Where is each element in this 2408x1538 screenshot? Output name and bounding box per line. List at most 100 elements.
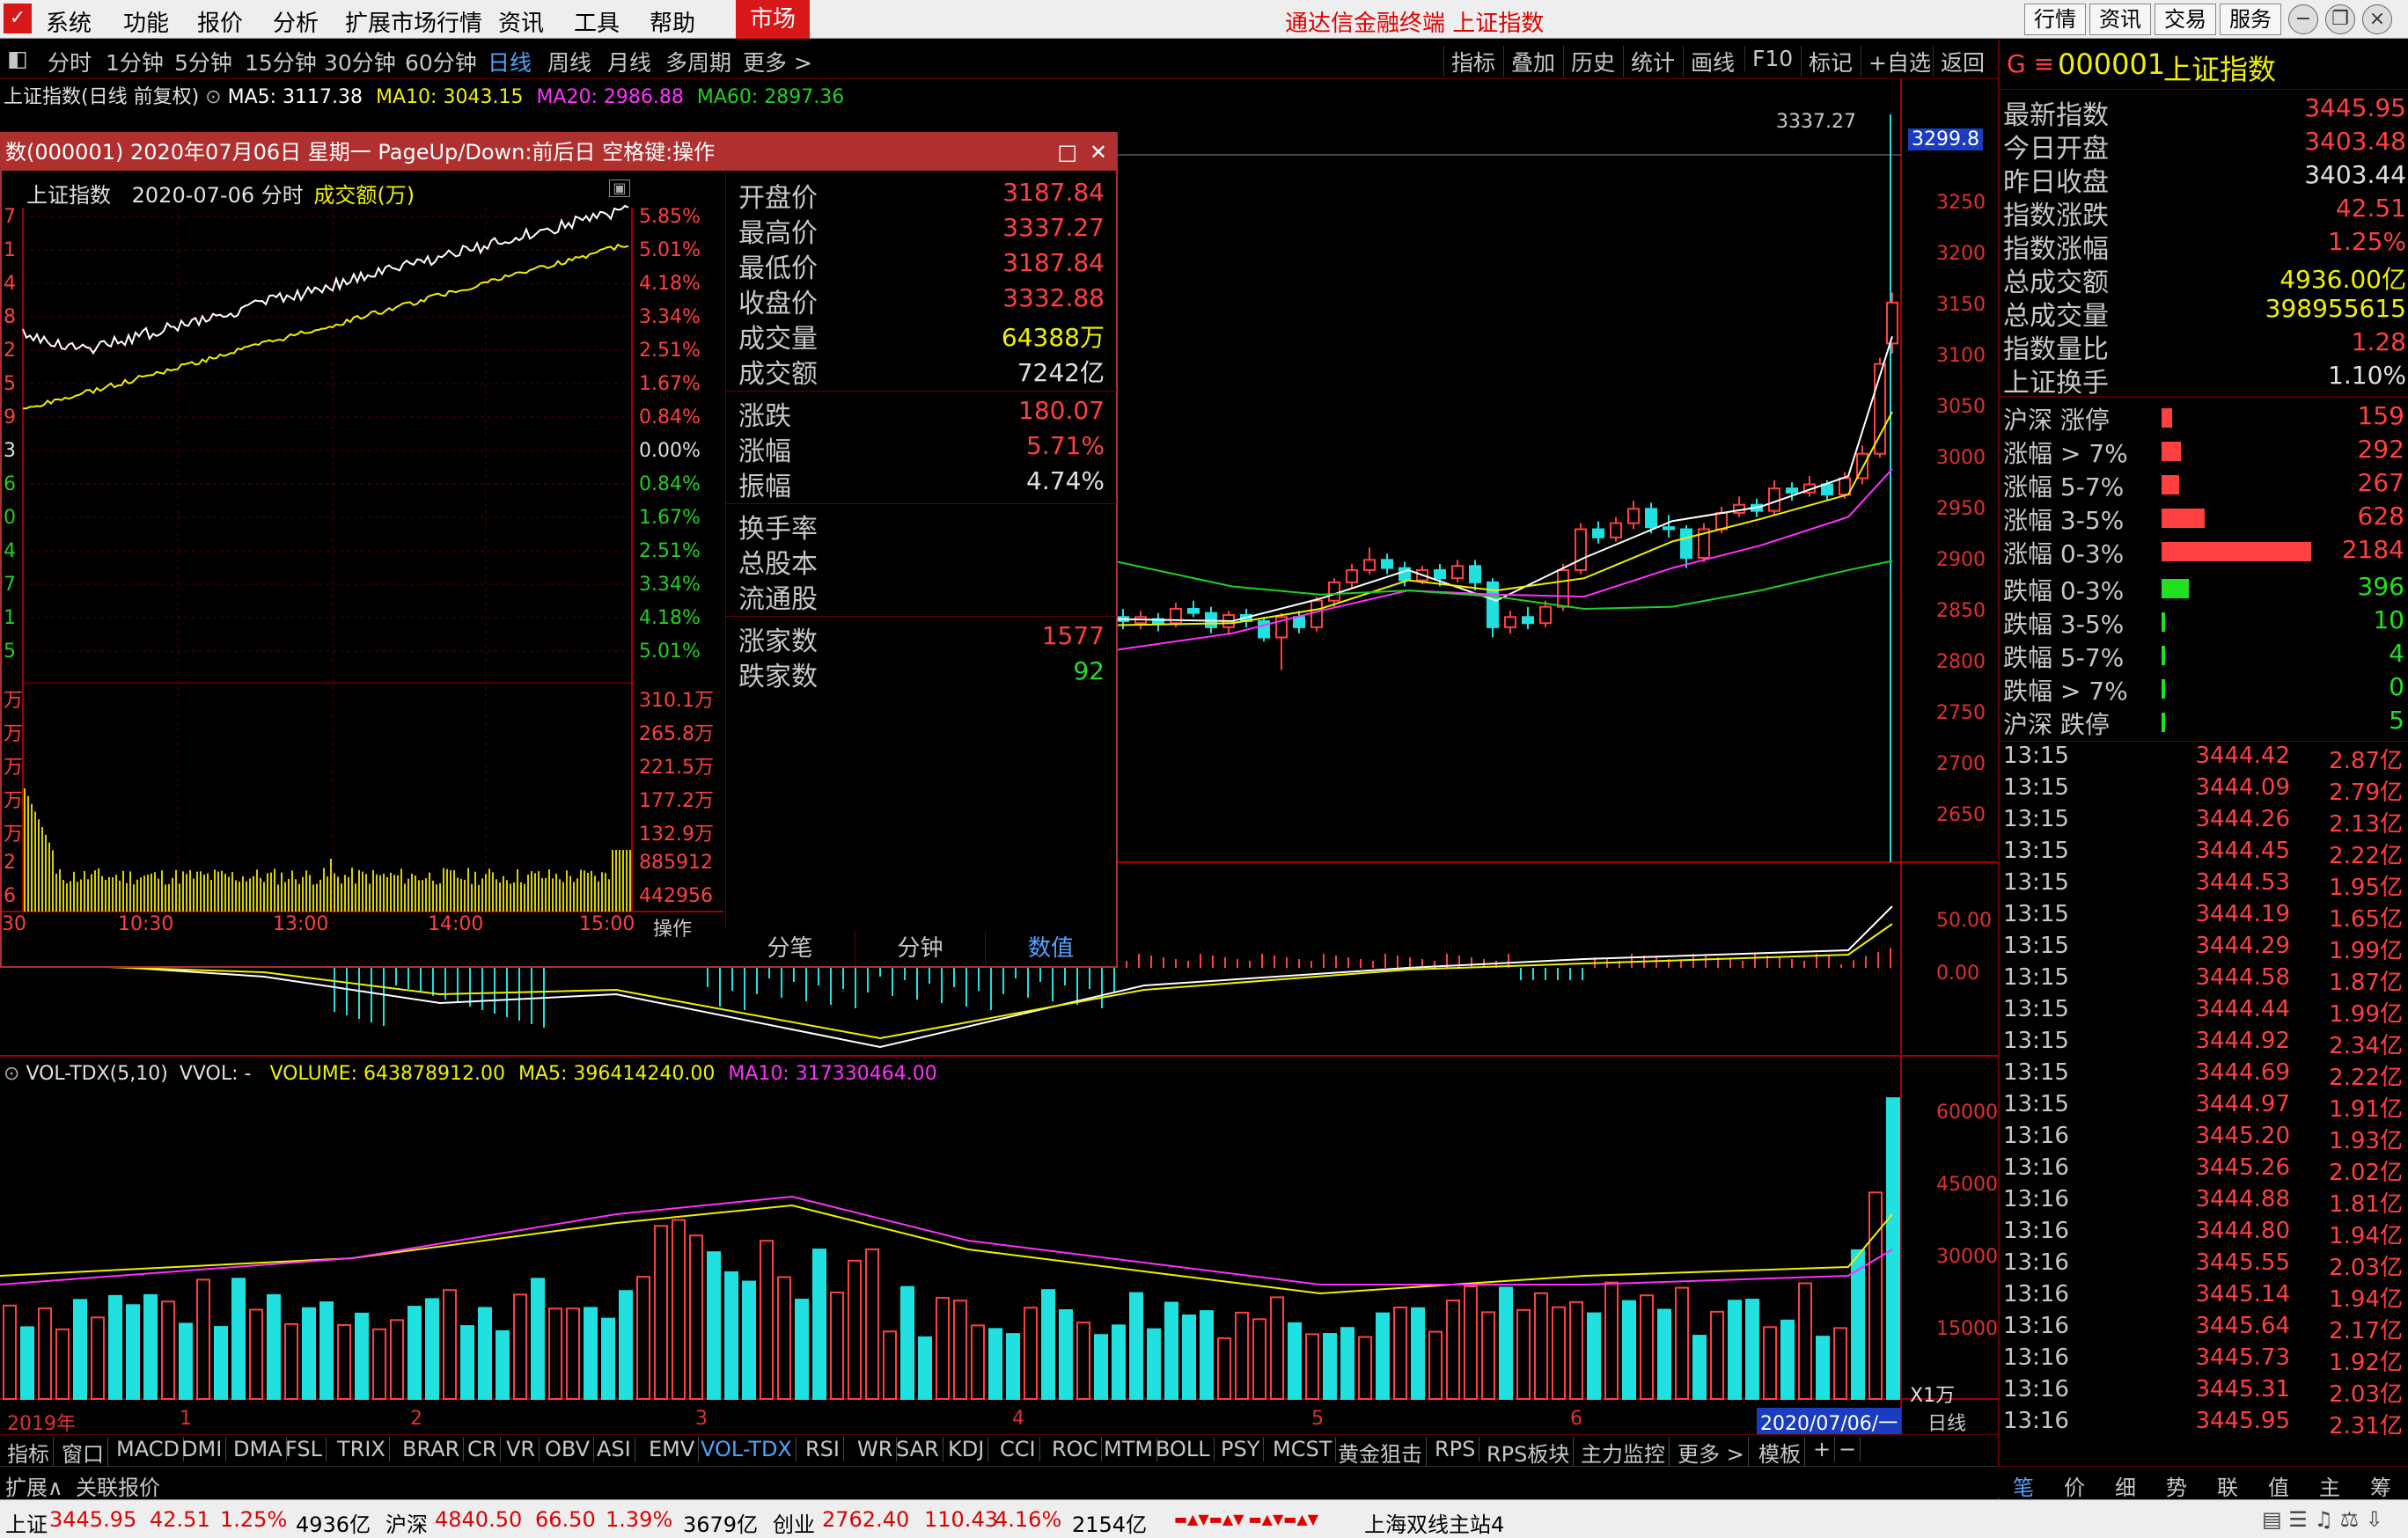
intraday-chart[interactable]: 上证指数 2020-07-06 分时 成交额(万) ▣ 5.85% 5.01% 4.… [2, 172, 723, 964]
news-button[interactable]: 资讯 [2089, 4, 2151, 35]
menu-item-quote[interactable]: 报价 [197, 5, 243, 38]
indicator-tab[interactable]: ROC [1048, 1437, 1103, 1461]
quote-button[interactable]: 行情 [2024, 4, 2086, 35]
tool-draw[interactable]: 画线 [1683, 46, 1735, 77]
indicator-tab[interactable]: SAR [892, 1437, 943, 1461]
status-hs-name[interactable]: 沪深 [385, 1507, 428, 1538]
tool-overlay[interactable]: 叠加 [1503, 46, 1555, 77]
kline-candle[interactable] [1663, 526, 1675, 531]
indicator-tab[interactable]: CR [464, 1437, 502, 1461]
indicator-tab[interactable]: PSY [1217, 1437, 1265, 1461]
tool-f10[interactable]: F10 [1744, 46, 1793, 71]
indicator-tab[interactable]: DMI [178, 1437, 227, 1461]
kline-candle[interactable] [1839, 477, 1851, 496]
kline-candle[interactable] [1768, 487, 1780, 512]
indicator-tab[interactable]: EMV [645, 1437, 700, 1461]
kline-candle[interactable] [1434, 568, 1446, 580]
indicator-tab[interactable]: 黄金狙击 [1334, 1437, 1427, 1468]
kline-candle[interactable] [1451, 565, 1464, 580]
period-30min[interactable]: 30分钟 [324, 46, 396, 77]
indicator-tab[interactable]: OBV [541, 1437, 595, 1461]
menu-item-help[interactable]: 帮助 [650, 5, 695, 38]
indicator-tab[interactable]: CCI [996, 1437, 1040, 1461]
right-panel-tab[interactable]: 筹 [2355, 1470, 2406, 1501]
right-panel-tab[interactable]: 细 [2100, 1470, 2151, 1501]
menu-item-system[interactable]: 系统 [46, 5, 92, 38]
indicator-tab[interactable]: MTM [1100, 1437, 1158, 1461]
period-1min[interactable]: 1分钟 [106, 46, 164, 77]
tool-back[interactable]: 返回 [1933, 46, 1985, 77]
kline-candle[interactable] [1557, 568, 1569, 608]
period-60min[interactable]: 60分钟 [405, 46, 477, 77]
kline-candle[interactable] [1310, 599, 1323, 628]
kline-candle[interactable] [1539, 605, 1552, 625]
indicator-tab[interactable]: 指标 [4, 1437, 54, 1468]
close-icon[interactable]: × [2362, 4, 2392, 34]
indicator-tab[interactable]: MACD [113, 1437, 184, 1461]
kline-candle[interactable] [1645, 508, 1657, 529]
kline-candle[interactable] [1522, 616, 1534, 625]
vol-toggle-icon[interactable]: ⊙ [4, 1063, 19, 1085]
tool-statistics[interactable]: 统计 [1623, 46, 1675, 77]
tool-add-favorite[interactable]: +自选 [1861, 46, 1931, 77]
kline-candle[interactable] [1293, 616, 1305, 628]
expand-button[interactable]: 扩展∧ [5, 1470, 63, 1501]
indicator-tab[interactable]: DMA [230, 1437, 287, 1461]
indicator-tab[interactable]: + [1810, 1437, 1836, 1461]
right-panel-tab[interactable]: 势 [2151, 1470, 2202, 1501]
kline-candle[interactable] [1592, 528, 1604, 538]
kline-candle[interactable] [1715, 511, 1728, 531]
popup-tab-values[interactable]: 数值 [986, 931, 1116, 966]
kline-candle[interactable] [1328, 581, 1340, 602]
kline-candle[interactable] [1786, 487, 1798, 494]
menu-item-tools[interactable]: 工具 [574, 5, 620, 38]
indicator-tab[interactable]: RSI [802, 1437, 844, 1461]
period-daily[interactable]: 日线 [488, 46, 532, 77]
indicator-tab[interactable]: VOL-TDX [697, 1437, 797, 1461]
kline-candle[interactable] [1821, 483, 1833, 496]
indicator-tab[interactable]: MCST [1269, 1437, 1337, 1461]
right-panel-tab[interactable]: 值 [2253, 1470, 2304, 1501]
kline-candle[interactable] [1575, 528, 1587, 571]
menu-item-analysis[interactable]: 分析 [273, 5, 319, 38]
indicator-tab[interactable]: ASI [593, 1437, 635, 1461]
popup-tab-minutes[interactable]: 分钟 [855, 931, 986, 966]
status-tray-icons[interactable]: ▤ ☰ ♫ ⚖ ⇩ [2262, 1507, 2383, 1532]
status-cy-name[interactable]: 创业 [773, 1507, 815, 1538]
indicator-tab[interactable]: RPS [1431, 1437, 1480, 1461]
indicator-tab[interactable]: 更多 > [1674, 1437, 1749, 1468]
menu-item-ext-market[interactable]: 扩展市场行情 [345, 5, 482, 38]
period-weekly[interactable]: 周线 [547, 46, 591, 77]
right-panel-tab[interactable]: 价 [2049, 1470, 2100, 1501]
period-monthly[interactable]: 月线 [607, 46, 651, 77]
popup-close-icon[interactable]: ✕ [1090, 134, 1107, 171]
tool-indicator[interactable]: 指标 [1443, 46, 1495, 77]
period-minute-chart[interactable]: 分时 [48, 46, 92, 77]
popup-maximize-icon[interactable]: □ [1057, 134, 1077, 171]
restore-icon[interactable]: ❐ [2325, 4, 2355, 34]
kline-candle[interactable] [1610, 522, 1622, 538]
related-quote-tab[interactable]: 关联报价 [76, 1470, 160, 1501]
market-button[interactable]: 市场 [736, 0, 810, 39]
service-button[interactable]: 服务 [2220, 4, 2281, 35]
indicator-tab[interactable]: 窗口 [58, 1437, 108, 1468]
legend-toggle-icon[interactable]: ⊙ [205, 86, 221, 108]
indicator-tab[interactable]: 模板 [1755, 1437, 1805, 1468]
right-panel-tab[interactable]: 笔 [1998, 1470, 2049, 1501]
day-detail-popup[interactable]: 数(000001) 2020年07月06日 星期一 PageUp/Down:前后… [0, 132, 1118, 968]
indicator-tab[interactable]: RPS板块 [1483, 1437, 1575, 1468]
menu-item-news[interactable]: 资讯 [498, 5, 544, 38]
period-more[interactable]: 更多 > [743, 46, 812, 77]
status-server[interactable]: 上海双线主站4 [1364, 1507, 1504, 1538]
kline-candle[interactable] [1187, 608, 1200, 614]
tool-mark[interactable]: 标记 [1801, 46, 1853, 77]
right-panel-tab[interactable]: 联 [2202, 1470, 2253, 1501]
menu-item-function[interactable]: 功能 [123, 5, 169, 38]
indicator-tab[interactable]: KDJ [944, 1437, 989, 1461]
intraday-chart-svg[interactable] [2, 172, 723, 964]
indicator-tab[interactable]: VR [503, 1437, 540, 1461]
indicator-tab[interactable]: 主力监控 [1577, 1437, 1670, 1468]
kline-candle[interactable] [1504, 616, 1516, 628]
right-panel-tab[interactable]: 主 [2304, 1470, 2355, 1501]
status-sh-name[interactable]: 上证 [5, 1507, 48, 1538]
